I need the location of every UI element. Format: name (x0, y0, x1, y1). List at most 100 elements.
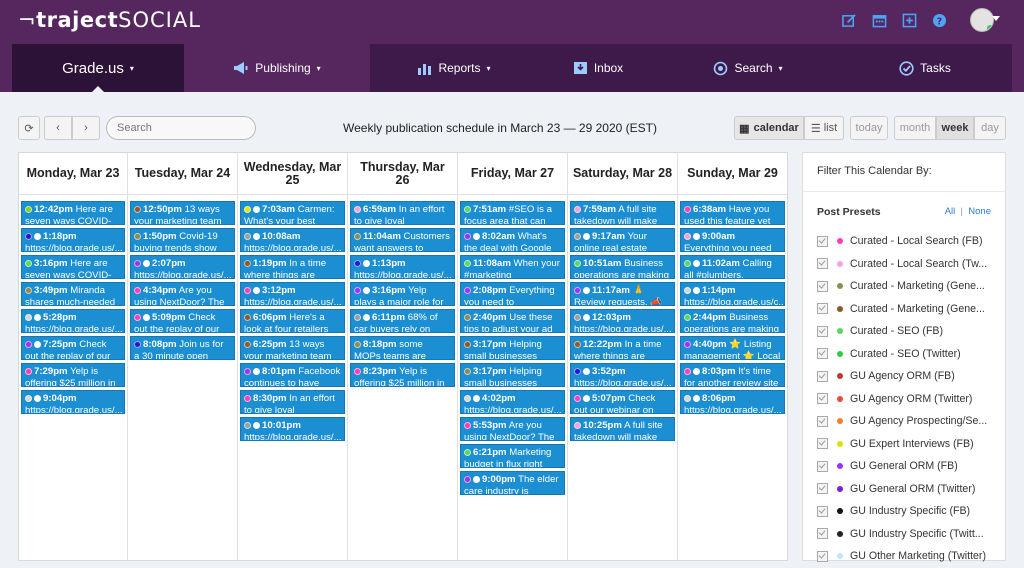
preset-checkbox[interactable] (817, 505, 828, 517)
event-card[interactable]: 11:02am Calling all #plumbers, #roofers, (680, 255, 785, 279)
preset-filter-item[interactable]: GU Industry Specific (FB) (803, 500, 1005, 523)
nav-search[interactable]: Search ▾ (658, 44, 838, 92)
avatar[interactable] (970, 8, 994, 32)
preset-filter-item[interactable]: Curated - SEO (Twitter) (803, 343, 1005, 366)
caret-down-icon[interactable] (992, 16, 1000, 21)
event-card[interactable]: 9:00pm The elder care industry is blasti… (460, 471, 565, 495)
event-card[interactable]: 5:07pm Check out our webinar on how to (570, 390, 675, 414)
event-card[interactable]: 1:19pm In a time where things are (240, 255, 345, 279)
calendar-view-button[interactable]: ▦ calendar (734, 116, 804, 140)
event-card[interactable]: 11:04am Customers want answers to (350, 228, 455, 252)
event-card[interactable]: 2:08pm Everything you need to (460, 282, 565, 306)
event-card[interactable]: 5:28pm https://blog.grade.us/... (21, 309, 125, 333)
event-card[interactable]: 12:03pm https://blog.grade.us/... (570, 309, 675, 333)
event-card[interactable]: 10:51am Business operations are making (570, 255, 675, 279)
event-card[interactable]: 9:04pm https://blog.grade.us/... (21, 390, 125, 414)
refresh-button[interactable]: ⟳ (18, 116, 40, 140)
help-icon[interactable]: ? (930, 11, 948, 29)
preset-checkbox[interactable] (817, 483, 828, 495)
event-card[interactable]: 2:07pm https://blog.grade.us/... (130, 255, 235, 279)
preset-filter-item[interactable]: GU Agency ORM (FB) (803, 365, 1005, 388)
month-view-button[interactable]: month (894, 116, 936, 140)
add-icon[interactable] (900, 11, 918, 29)
event-card[interactable]: 6:38am Have you used this feature yet (680, 201, 785, 225)
preset-filter-item[interactable]: Curated - Local Search (FB) (803, 230, 1005, 253)
event-card[interactable]: 8:18pm some MOPs teams are having to (350, 336, 455, 360)
event-card[interactable]: 7:29pm Yelp is offering $25 million in (21, 363, 125, 387)
event-card[interactable]: 6:06pm Here's a look at four retailers (240, 309, 345, 333)
event-card[interactable]: 4:34pm Are you using NextDoor? The (130, 282, 235, 306)
event-card[interactable]: 1:14pm https://blog.grade.us/c... (680, 282, 785, 306)
today-button[interactable]: today (850, 116, 888, 140)
list-view-button[interactable]: ☰ list (804, 116, 844, 140)
preset-filter-item[interactable]: Curated - Local Search (Tw... (803, 253, 1005, 276)
event-card[interactable]: 6:21pm Marketing budget in flux right (460, 444, 565, 468)
preset-checkbox[interactable] (817, 415, 828, 427)
event-card[interactable]: 6:25pm 13 ways your marketing team (240, 336, 345, 360)
preset-checkbox[interactable] (817, 325, 828, 337)
event-card[interactable]: 3:17pm Helping small businesses (460, 363, 565, 387)
search-input[interactable] (106, 116, 256, 140)
event-card[interactable]: 3:49pm Miranda shares much-needed (21, 282, 125, 306)
prev-week-button[interactable]: ‹ (44, 116, 72, 140)
event-card[interactable]: 10:08am https://blog.grade.us/... (240, 228, 345, 252)
preset-checkbox[interactable] (817, 370, 828, 382)
nav-tasks[interactable]: Tasks (838, 44, 1012, 92)
preset-filter-item[interactable]: GU Other Marketing (Twitter) (803, 545, 1005, 568)
preset-filter-item[interactable]: GU General ORM (FB) (803, 455, 1005, 478)
event-card[interactable]: 7:59am A full site takedown will make (570, 201, 675, 225)
event-card[interactable]: 6:11pm 68% of car buyers rely on (350, 309, 455, 333)
compose-icon[interactable] (840, 11, 858, 29)
event-card[interactable]: 3:16pm Yelp plays a major role for local (350, 282, 455, 306)
event-card[interactable]: 4:40pm ⭐ Listing management ⭐ Local (680, 336, 785, 360)
event-card[interactable]: 9:00am Everything you need to put togeth… (680, 228, 785, 252)
event-card[interactable]: 9:17am Your online real estate (570, 228, 675, 252)
nav-inbox[interactable]: Inbox (538, 44, 658, 92)
select-none-link[interactable]: None (968, 206, 991, 217)
next-week-button[interactable]: › (72, 116, 100, 140)
event-card[interactable]: 1:18pm https://blog.grade.us/... (21, 228, 125, 252)
event-card[interactable]: 1:50pm Covid-19 buying trends show (130, 228, 235, 252)
event-card[interactable]: 10:01pm https://blog.grade.us/... (240, 417, 345, 441)
nav-reports[interactable]: Reports ▾ (370, 44, 538, 92)
preset-filter-item[interactable]: GU Industry Specific (Twitt... (803, 523, 1005, 546)
event-card[interactable]: 7:25pm Check out the replay of our (21, 336, 125, 360)
day-view-button[interactable]: day (974, 116, 1006, 140)
preset-checkbox[interactable] (817, 348, 828, 360)
preset-checkbox[interactable] (817, 393, 828, 405)
event-card[interactable]: 7:03am Carmen: What's your best advice (240, 201, 345, 225)
preset-filter-item[interactable]: Curated - Marketing (Gene... (803, 298, 1005, 321)
preset-filter-item[interactable]: GU Agency ORM (Twitter) (803, 388, 1005, 411)
event-card[interactable]: 5:09pm Check out the replay of our (130, 309, 235, 333)
event-card[interactable]: 8:01pm Facebook continues to have (240, 363, 345, 387)
preset-filter-item[interactable]: Curated - SEO (FB) (803, 320, 1005, 343)
event-card[interactable]: 10:25pm A full site takedown will make (570, 417, 675, 441)
app-logo[interactable]: ¬trajectSOCIAL (18, 8, 201, 32)
preset-checkbox[interactable] (817, 550, 828, 562)
event-card[interactable]: 1:13pm https://blog.grade.us/... (350, 255, 455, 279)
event-card[interactable]: 12:22pm In a time where things are (570, 336, 675, 360)
week-view-button[interactable]: week (936, 116, 974, 140)
event-card[interactable]: 4:02pm https://blog.grade.us/... (460, 390, 565, 414)
event-card[interactable]: 12:42pm Here are seven ways COVID-19 (21, 201, 125, 225)
event-card[interactable]: 11:17am 🙏 Review requests. 📣 (570, 282, 675, 306)
event-card[interactable]: 11:08am When your #marketing (460, 255, 565, 279)
preset-filter-item[interactable]: GU Agency Prospecting/Se... (803, 410, 1005, 433)
event-card[interactable]: 3:12pm https://blog.grade.us/... (240, 282, 345, 306)
preset-filter-item[interactable]: GU General ORM (Twitter) (803, 478, 1005, 501)
event-card[interactable]: 8:02am What's the deal with Google (460, 228, 565, 252)
event-card[interactable]: 7:51am #SEO is a focus area that can (460, 201, 565, 225)
event-card[interactable]: 6:59am In an effort to give loyal custom… (350, 201, 455, 225)
event-card[interactable]: 3:17pm Helping small businesses (460, 336, 565, 360)
nav-publishing[interactable]: Publishing ▾ (184, 44, 370, 92)
preset-checkbox[interactable] (817, 460, 828, 472)
event-card[interactable]: 5:53pm Are you using NextDoor? The (460, 417, 565, 441)
calendar-icon[interactable] (870, 11, 888, 29)
select-all-link[interactable]: All (945, 206, 956, 217)
event-card[interactable]: 3:52pm https://blog.grade.us/... (570, 363, 675, 387)
event-card[interactable]: 2:44pm Business operations are making (680, 309, 785, 333)
preset-checkbox[interactable] (817, 235, 828, 247)
preset-checkbox[interactable] (817, 258, 828, 270)
event-card[interactable]: 8:30pm In an effort to give loyal custom… (240, 390, 345, 414)
preset-checkbox[interactable] (817, 528, 828, 540)
